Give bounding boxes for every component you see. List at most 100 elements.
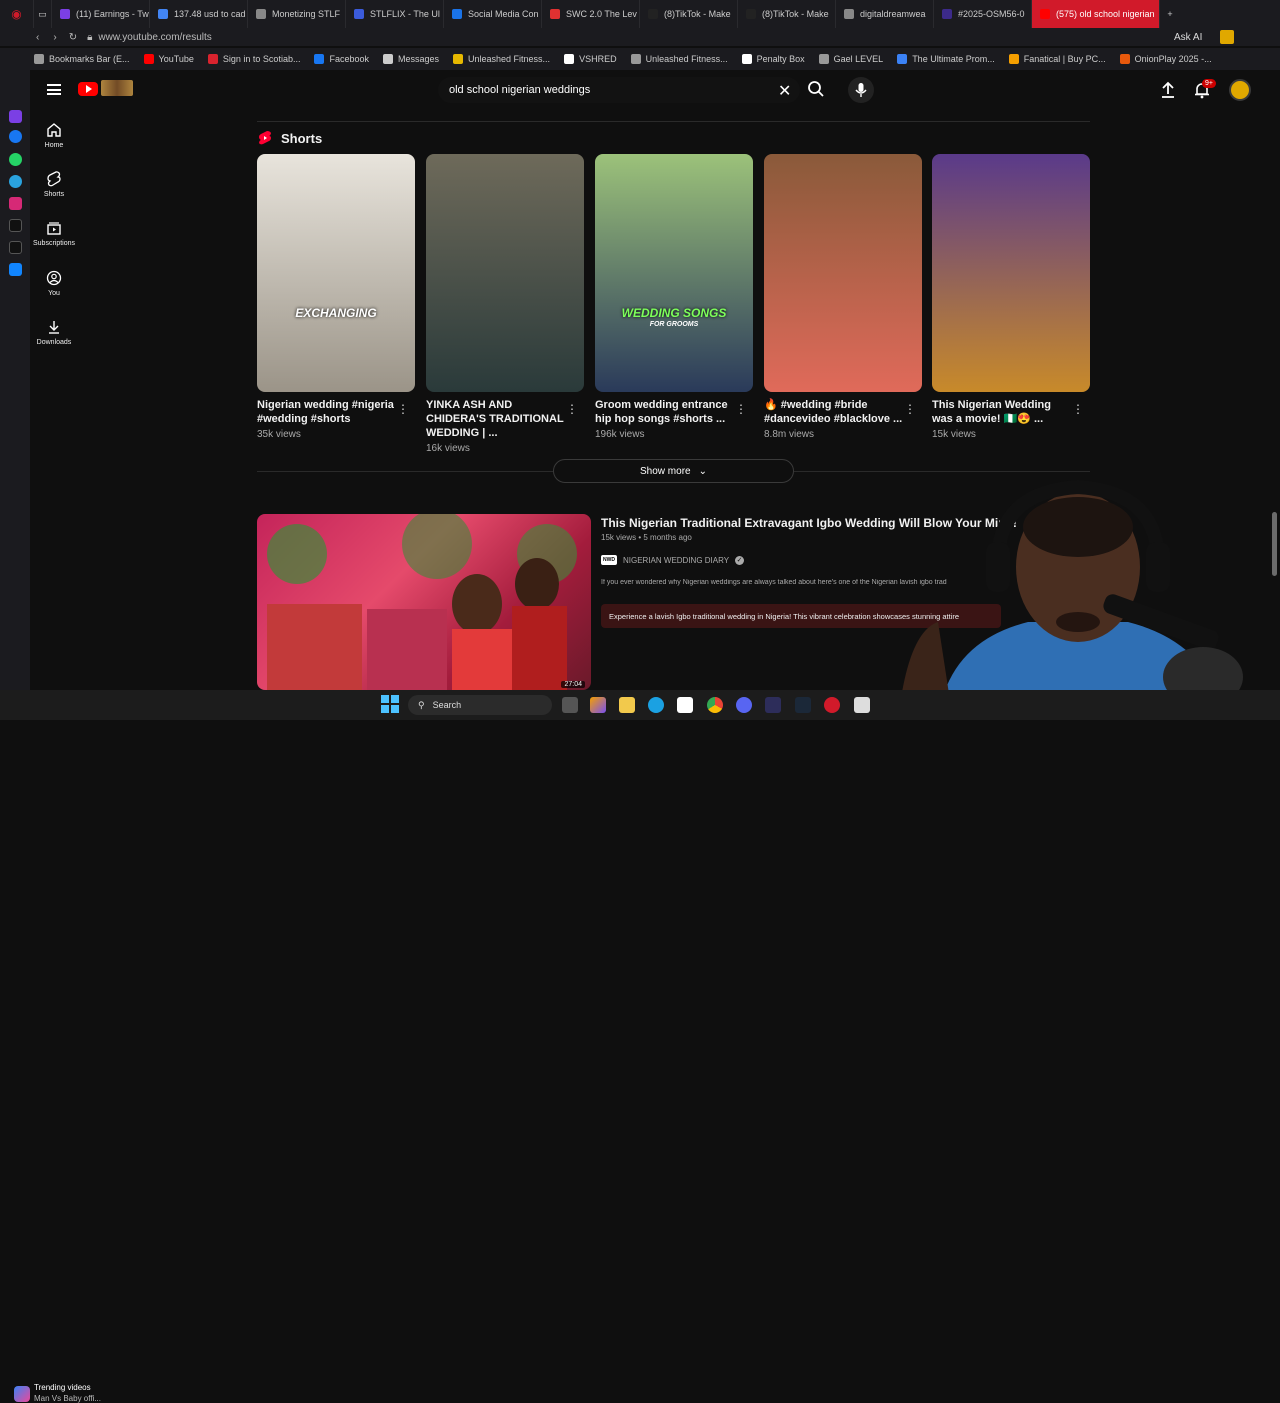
nav-item-home[interactable]: Home: [30, 122, 78, 149]
short-thumbnail[interactable]: WEDDING SONGS FOR GROOMS: [595, 154, 753, 392]
short-card[interactable]: 🔥 #wedding #bride #dancevideo #blacklove…: [764, 154, 922, 440]
url-field[interactable]: www.youtube.com/results: [98, 32, 211, 43]
trending-title[interactable]: Trending videos: [34, 1383, 91, 1392]
short-title[interactable]: Nigerian wedding #nigeria #wedding #shor…: [257, 398, 397, 426]
browser-tab[interactable]: Monetizing STLF: [248, 0, 346, 28]
short-overlay-text: WEDDING SONGS: [621, 306, 727, 320]
short-card[interactable]: EXCHANGING Nigerian wedding #nigeria #wed…: [257, 154, 415, 440]
forward-icon[interactable]: ›: [53, 32, 56, 43]
steam-icon[interactable]: [795, 697, 811, 713]
short-card[interactable]: YINKA ASH AND CHIDERA'S TRADITIONAL WEDD…: [426, 154, 584, 454]
tab-overview-icon[interactable]: ▭: [34, 0, 52, 28]
show-more-button[interactable]: Show more ⌄: [553, 459, 794, 483]
upload-icon[interactable]: [1160, 81, 1176, 104]
bookmark-item[interactable]: VSHRED: [564, 54, 617, 64]
nav-item-downloads[interactable]: Downloads: [30, 319, 78, 346]
taskbar-search[interactable]: ⚲ Search: [408, 695, 552, 715]
nav-item-shorts[interactable]: Shorts: [30, 171, 78, 198]
bookmark-item[interactable]: Fanatical | Buy PC...: [1008, 54, 1106, 64]
short-title[interactable]: This Nigerian Wedding was a movie! 🇳🇬😍 .…: [932, 398, 1072, 426]
browser-menu-icon[interactable]: ◉: [0, 0, 34, 28]
instagram-icon[interactable]: [9, 197, 22, 210]
bookmark-item[interactable]: Messages: [382, 54, 439, 64]
chrome-icon[interactable]: [707, 697, 723, 713]
menu-icon[interactable]: [47, 84, 61, 95]
file-explorer-icon[interactable]: [619, 697, 635, 713]
new-tab-icon[interactable]: +: [1160, 0, 1180, 28]
ask-ai-button[interactable]: Ask AI: [1174, 32, 1202, 43]
nav-item-subscriptions[interactable]: Subscriptions: [30, 220, 78, 247]
bookmark-item[interactable]: Sign in to Scotiab...: [207, 54, 300, 64]
bookmark-item[interactable]: Penalty Box: [741, 54, 805, 64]
search-input[interactable]: old school nigerian weddings: [438, 77, 800, 103]
browser-tab[interactable]: (575) old school nigerian: [1032, 0, 1160, 28]
bookmark-item[interactable]: Unleashed Fitness...: [630, 54, 728, 64]
trending-thumb-icon[interactable]: [14, 1386, 30, 1402]
messenger-icon[interactable]: [9, 130, 22, 143]
tiktok-icon[interactable]: [9, 219, 22, 232]
windows-start-icon[interactable]: [381, 695, 399, 718]
more-options-icon[interactable]: ⋮: [735, 402, 747, 416]
reload-icon[interactable]: ↻: [69, 32, 77, 43]
browser-tab[interactable]: 137.48 usd to cad: [150, 0, 248, 28]
opera-gx-icon[interactable]: [824, 697, 840, 713]
short-title[interactable]: YINKA ASH AND CHIDERA'S TRADITIONAL WEDD…: [426, 398, 566, 440]
browser-tab[interactable]: (8)TikTok - Make: [640, 0, 738, 28]
profile-avatar[interactable]: [1220, 30, 1234, 44]
account-avatar[interactable]: [1229, 79, 1251, 101]
back-icon[interactable]: ‹: [36, 32, 39, 43]
browser-tab[interactable]: (8)TikTok - Make: [738, 0, 836, 28]
channel-name[interactable]: NIGERIAN WEDDING DIARY: [623, 556, 729, 565]
whatsapp-icon[interactable]: [9, 153, 22, 166]
discord-icon[interactable]: [736, 697, 752, 713]
short-thumbnail[interactable]: EXCHANGING: [257, 154, 415, 392]
bookmark-item[interactable]: The Ultimate Prom...: [897, 54, 995, 64]
tab-favicon-icon: [158, 9, 168, 19]
edge-icon[interactable]: [648, 697, 664, 713]
clear-search-icon[interactable]: ✕: [778, 81, 791, 101]
store-icon[interactable]: [677, 697, 693, 713]
bookmark-item[interactable]: Unleashed Fitness...: [453, 54, 550, 64]
video-meta: 15k views • 5 months ago: [601, 533, 692, 542]
browser-tab[interactable]: STLFLIX - The Ul: [346, 0, 444, 28]
bluesky-icon[interactable]: [9, 263, 22, 276]
browser-tab[interactable]: SWC 2.0 The Lev: [542, 0, 640, 28]
more-options-icon[interactable]: ⋮: [397, 402, 409, 416]
bookmark-item[interactable]: YouTube: [143, 54, 194, 64]
bookmark-item[interactable]: Gael LEVEL: [818, 54, 883, 64]
video-thumbnail[interactable]: 27:04: [257, 514, 591, 690]
nav-item-you[interactable]: You: [30, 270, 78, 297]
vpn-icon[interactable]: [765, 697, 781, 713]
tab-label: (575) old school nigerian: [1056, 9, 1155, 19]
notepad-icon[interactable]: [854, 697, 870, 713]
trending-subtitle[interactable]: Man Vs Baby offi...: [34, 1394, 101, 1403]
youtube-logo-icon[interactable]: [78, 82, 98, 96]
youtube-doodle-logo[interactable]: [101, 80, 133, 96]
telegram-icon[interactable]: [9, 175, 22, 188]
short-thumbnail[interactable]: [764, 154, 922, 392]
short-card[interactable]: This Nigerian Wedding was a movie! 🇳🇬😍 .…: [932, 154, 1090, 440]
short-title[interactable]: Groom wedding entrance hip hop songs #sh…: [595, 398, 735, 426]
more-options-icon[interactable]: ⋮: [1072, 402, 1084, 416]
search-icon[interactable]: [807, 80, 825, 103]
short-thumbnail[interactable]: [932, 154, 1090, 392]
bookmark-item[interactable]: OnionPlay 2025 -...: [1119, 54, 1212, 64]
short-thumbnail[interactable]: [426, 154, 584, 392]
task-view-icon[interactable]: [562, 697, 578, 713]
copilot-icon[interactable]: [590, 697, 606, 713]
bookmark-item[interactable]: Facebook: [314, 54, 369, 64]
more-options-icon[interactable]: ⋮: [566, 402, 578, 416]
browser-tab[interactable]: digitaldreamwea: [836, 0, 934, 28]
channel-row[interactable]: NWD NIGERIAN WEDDING DIARY ✓: [601, 555, 745, 565]
browser-tab[interactable]: #2025-OSM56-0: [934, 0, 1032, 28]
voice-search-icon[interactable]: [848, 77, 874, 103]
browser-tab[interactable]: Social Media Con: [444, 0, 542, 28]
x-icon[interactable]: [9, 241, 22, 254]
short-card[interactable]: WEDDING SONGS FOR GROOMS Groom wedding ent…: [595, 154, 753, 440]
short-title[interactable]: 🔥 #wedding #bride #dancevideo #blacklove…: [764, 398, 904, 426]
twitch-icon[interactable]: [9, 110, 22, 123]
channel-avatar[interactable]: NWD: [601, 555, 617, 565]
more-options-icon[interactable]: ⋮: [904, 402, 916, 416]
bookmark-item[interactable]: Bookmarks Bar (E...: [34, 54, 130, 64]
browser-tab[interactable]: (11) Earnings - Tw: [52, 0, 150, 28]
